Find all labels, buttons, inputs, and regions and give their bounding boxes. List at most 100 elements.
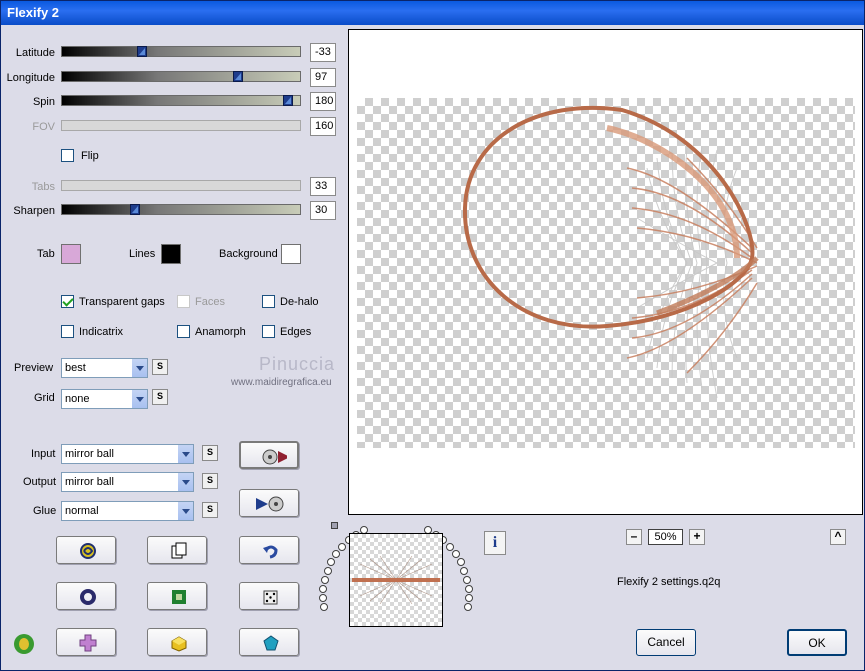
- navigator-dot[interactable]: [463, 575, 472, 584]
- disc-play-icon: [262, 449, 287, 465]
- slider-label-sharpen: Sharpen: [13, 205, 55, 217]
- navigator-dot[interactable]: [320, 575, 329, 584]
- preview-label: Preview: [14, 362, 54, 374]
- navigator-dot[interactable]: [460, 566, 469, 575]
- background-color-swatch[interactable]: [281, 244, 301, 264]
- navigator-dot[interactable]: [464, 594, 473, 603]
- slider-label-spin: Spin: [32, 96, 55, 108]
- ring-button[interactable]: [56, 582, 116, 610]
- render-button[interactable]: [239, 441, 299, 469]
- glue-value: normal: [65, 505, 99, 517]
- glue-select[interactable]: normal: [61, 501, 194, 521]
- value-field-latitude[interactable]: -33: [310, 43, 336, 62]
- flexify-render: [462, 105, 759, 399]
- ok-button[interactable]: OK: [787, 629, 847, 656]
- value-field-sharpen[interactable]: 30: [310, 201, 336, 220]
- navigator-thumbnail[interactable]: [349, 533, 443, 627]
- indicatrix-checkbox[interactable]: [61, 325, 74, 338]
- de-halo-label: De-halo: [280, 296, 319, 308]
- navigator-dot[interactable]: [445, 542, 454, 551]
- slider-thumb[interactable]: [137, 46, 147, 57]
- input-value: mirror ball: [65, 448, 114, 460]
- navigator-dot[interactable]: [464, 584, 473, 593]
- faces-label: Faces: [195, 296, 225, 308]
- randomize-button[interactable]: [56, 536, 116, 564]
- navigator-dot[interactable]: [332, 550, 341, 559]
- transparent-gaps-label: Transparent gaps: [79, 296, 165, 308]
- navigator-dot[interactable]: [323, 566, 332, 575]
- cube-icon: [171, 636, 187, 652]
- anamorph-checkbox[interactable]: [177, 325, 190, 338]
- navigator-dot[interactable]: [451, 550, 460, 559]
- slider-thumb[interactable]: [130, 204, 140, 215]
- undo-button[interactable]: [239, 536, 299, 564]
- cancel-button[interactable]: Cancel: [636, 629, 696, 656]
- de-halo-checkbox[interactable]: [262, 295, 275, 308]
- value-field-spin[interactable]: 180: [310, 92, 336, 111]
- slider-latitude[interactable]: [61, 46, 301, 57]
- cross-button[interactable]: [56, 628, 116, 656]
- preview-s-button[interactable]: S: [152, 359, 168, 375]
- transparent-gaps-checkbox[interactable]: [61, 295, 74, 308]
- value-field-tabs[interactable]: 33: [310, 177, 336, 196]
- lines-color-swatch[interactable]: [161, 244, 181, 264]
- cube-button[interactable]: [147, 628, 207, 656]
- flexify-window: Flexify 2 Latitude -33 Longitude 97 Spin 180 F…: [0, 0, 865, 671]
- navigator-dot[interactable]: [319, 603, 328, 612]
- thumbnail-preview: [352, 555, 440, 605]
- copy-page-icon: [171, 542, 187, 559]
- slider-fov[interactable]: [61, 120, 301, 131]
- slider-sharpen[interactable]: [61, 204, 301, 215]
- value-field-fov[interactable]: 160: [310, 117, 336, 136]
- zoom-level: 50%: [648, 529, 683, 545]
- navigator-dot[interactable]: [327, 558, 336, 567]
- grid-value: none: [65, 393, 90, 405]
- tab-color-swatch[interactable]: [61, 244, 81, 264]
- glue-s-button[interactable]: S: [202, 502, 218, 518]
- grid-select[interactable]: none: [61, 389, 148, 409]
- navigator-dot[interactable]: [319, 594, 328, 603]
- chevron-down-icon: [177, 445, 193, 463]
- copy-button[interactable]: [147, 536, 207, 564]
- faces-checkbox[interactable]: [177, 295, 190, 308]
- output-select[interactable]: mirror ball: [61, 472, 194, 492]
- flip-checkbox[interactable]: [61, 149, 74, 162]
- slider-thumb[interactable]: [283, 95, 293, 106]
- slider-thumb[interactable]: [233, 71, 243, 82]
- slider-longitude[interactable]: [61, 71, 301, 82]
- square-button[interactable]: [147, 582, 207, 610]
- grid-s-button[interactable]: S: [152, 389, 168, 405]
- preview-select[interactable]: best: [61, 358, 148, 378]
- navigator-dot[interactable]: [338, 542, 347, 551]
- input-select[interactable]: mirror ball: [61, 444, 194, 464]
- reverse-render-button[interactable]: [239, 489, 299, 517]
- navigator-dot[interactable]: [319, 584, 328, 593]
- pentagon-icon: [263, 635, 279, 651]
- settings-filename: Flexify 2 settings.q2q: [617, 576, 721, 588]
- navigator-dot[interactable]: [464, 603, 473, 612]
- info-button[interactable]: i: [484, 531, 506, 555]
- value-field-longitude[interactable]: 97: [310, 68, 336, 87]
- slider-spin[interactable]: [61, 95, 301, 106]
- slider-tabs[interactable]: [61, 180, 301, 191]
- hand-logo-icon: [14, 634, 34, 654]
- output-value: mirror ball: [65, 476, 114, 488]
- collapse-button[interactable]: ^: [830, 529, 846, 545]
- grid-label: Grid: [34, 392, 55, 404]
- output-s-button[interactable]: S: [202, 473, 218, 489]
- pentagon-button[interactable]: [239, 628, 299, 656]
- navigator-handle[interactable]: [331, 522, 338, 529]
- background-color-label: Background: [219, 248, 278, 260]
- chevron-down-icon: [177, 473, 193, 491]
- edges-checkbox[interactable]: [262, 325, 275, 338]
- navigator-dot[interactable]: [456, 558, 465, 567]
- input-s-button[interactable]: S: [202, 445, 218, 461]
- zoom-in-button[interactable]: +: [689, 529, 705, 545]
- anamorph-label: Anamorph: [195, 326, 246, 338]
- zoom-out-button[interactable]: –: [626, 529, 642, 545]
- dice-icon: [263, 590, 278, 605]
- swirl-icon: [80, 543, 96, 559]
- chevron-down-icon: [131, 359, 147, 377]
- dice-button[interactable]: [239, 582, 299, 610]
- preview-pane[interactable]: [348, 29, 863, 515]
